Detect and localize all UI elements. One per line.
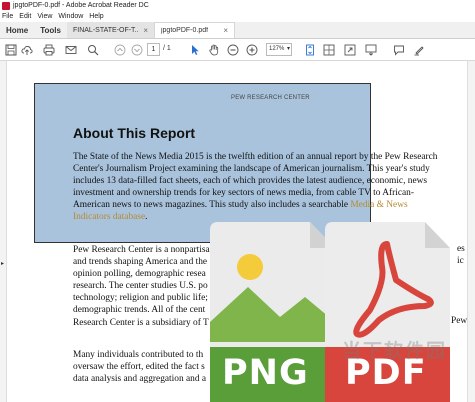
tab-tools[interactable]: Tools [34,22,67,38]
left-panel-strip[interactable]: ▸ [0,61,7,402]
text-line: demographic trends. All of the cent [73,305,206,316]
text-line: opinion polling, demographic resea [73,269,206,280]
indicators-database-link[interactable]: Indicators database [73,212,145,222]
previous-page-icon[interactable] [113,43,127,57]
read-mode-icon[interactable] [364,43,378,57]
document-tab-label: jpgtoPDF-0.pdf [160,27,209,34]
document-tab-label: FINAL-STATE-OF-T... [72,26,140,34]
menu-bar: File Edit View Window Help [0,11,475,22]
page-header: PEW RESEARCH CENTER [231,95,310,101]
fit-page-icon[interactable] [303,43,317,57]
text-line: Research Center is a subsidiary of T [73,317,209,328]
watermark-text: 当下软件园 [342,341,448,362]
close-icon[interactable]: × [223,26,228,35]
text-line: includes 13 data-filled fact sheets, eac… [73,176,428,187]
text-line: research. The center studies U.S. po [73,281,208,292]
close-icon[interactable]: × [143,26,148,35]
scroll-mode-icon[interactable] [322,43,336,57]
zoom-level-value: 127% [269,46,285,52]
acrobat-app-icon [2,1,10,10]
print-icon[interactable] [42,43,56,57]
zoom-in-icon[interactable] [245,43,259,57]
zoom-out-icon[interactable] [226,43,240,57]
text-line: The State of the News Media 2015 is the … [73,152,438,162]
title-bar: jpgtoPDF-0.pdf - Adobe Acrobat Reader DC [0,0,475,11]
window-title: jpgtoPDF-0.pdf - Adobe Acrobat Reader DC [13,2,149,9]
menu-window[interactable]: Window [58,13,83,20]
text-line: Pew Research Center is a nonpartisan [73,245,215,255]
zoom-level-select[interactable]: 127% ▾ [266,43,292,56]
email-icon[interactable] [64,43,78,57]
save-icon[interactable] [4,43,18,57]
hand-tool-icon[interactable] [207,43,221,57]
text-line: Many individuals contributed to th [73,350,204,360]
search-icon[interactable] [86,43,100,57]
png-label: PNG [222,353,309,393]
text-fragment: . [145,212,148,223]
tab-bar: Home Tools FINAL-STATE-OF-T... × jpgtoPD… [0,22,475,39]
next-page-icon[interactable] [130,43,144,57]
comment-icon[interactable] [392,43,406,57]
chevron-down-icon: ▾ [286,46,290,52]
menu-view[interactable]: View [37,13,52,20]
document-tab-final-state[interactable]: FINAL-STATE-OF-T... × [66,22,155,38]
text-line: oversaw the effort, edited the fact s [73,362,205,373]
section-title: About This Report [73,125,196,141]
expand-panel-icon[interactable]: ▸ [1,260,4,267]
contributors-paragraph: Many individuals contributed to th overs… [73,349,206,385]
select-cursor-icon[interactable] [188,43,202,57]
menu-file[interactable]: File [2,13,13,20]
tab-home[interactable]: Home [0,22,34,38]
highlight-pen-icon[interactable] [412,43,426,57]
text-line: American news to news magazines. This st… [73,199,437,211]
menu-edit[interactable]: Edit [19,13,31,20]
text-line: and trends shaping America and the [73,257,208,268]
about-report-text: The State of the News Media 2015 is the … [73,151,437,224]
document-tab-jpgtopdf[interactable]: jpgtoPDF-0.pdf × [154,22,235,38]
text-line: investment and ownership trends for key … [73,188,414,199]
right-panel-strip[interactable] [467,61,475,402]
menu-help[interactable]: Help [89,13,103,20]
toolbar: 1 / 1 127% ▾ [0,39,475,61]
body-paragraph: Pew Research Center is a nonpartisan and… [73,244,214,329]
full-screen-icon[interactable] [343,43,357,57]
cloud-upload-icon[interactable] [20,43,34,57]
page-total: / 1 [163,45,171,52]
text-line: data analysis and aggregation and a [73,374,207,385]
page-number-input[interactable]: 1 [147,43,160,56]
text-line: technology; religion and public life; [73,293,208,304]
text-line: Center's Journalism Project examining th… [73,164,430,175]
text-fragment: American news to news magazines. This st… [73,200,351,211]
media-news-link[interactable]: Media & News [350,200,407,210]
